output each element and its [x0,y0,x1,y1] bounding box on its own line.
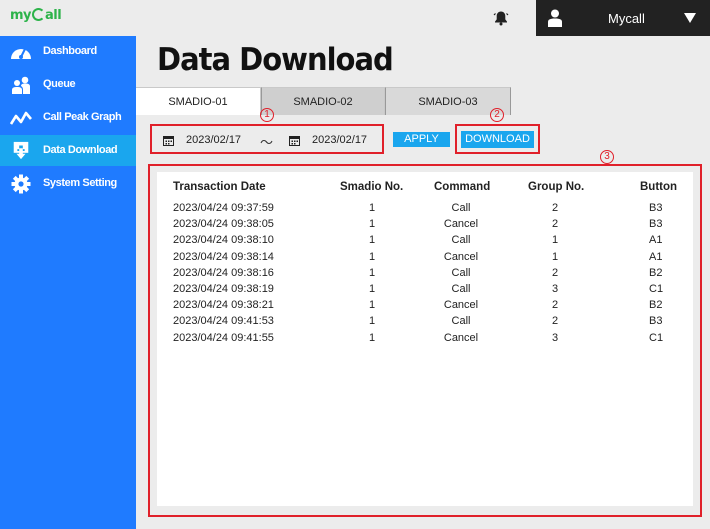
table-cell: 1 [369,218,376,231]
table-cell: 1 [369,299,376,312]
date-range-highlight: 2023/02/17 ～ 2023/02/17 [150,124,384,154]
table-cell: 2023/04/24 09:38:14 [173,250,274,263]
annotation-mark-2: 2 [490,108,504,122]
table-cell: 2023/04/24 09:38:21 [173,299,274,312]
column-header: Button [640,181,678,193]
download-icon [13,141,29,160]
end-date-field[interactable]: 2023/02/17 [312,134,367,146]
sidebar-item-label: Data Download [43,144,118,156]
people-icon [12,76,30,94]
table-cell: Call [451,202,471,214]
table-cell: Cancel [443,299,479,312]
table-cell: 2023/04/24 09:38:10 [173,234,274,247]
table-cell: 2 [552,202,559,214]
user-name: Mycall [608,11,645,26]
apply-button[interactable]: APPLY [393,132,450,147]
sidebar-item-call-peak-graph[interactable]: Call Peak Graph [0,102,136,133]
tab-smadio-02[interactable]: SMADIO-02 [261,87,385,115]
table-cell: B3 [649,202,663,214]
gear-icon [11,174,31,194]
column-header: Command [434,181,491,193]
table-cell: 2 [552,266,559,279]
table-cell: 3 [552,283,559,295]
table-cell: 2023/04/24 09:38:05 [173,218,274,231]
sidebar-item-label: Dashboard [43,45,97,57]
sidebar-item-dashboard[interactable]: Dashboard [0,36,136,67]
table-cell: A1 [649,234,663,247]
table-cell: Call [451,283,471,295]
annotation-mark-1: 1 [260,108,274,122]
column-header: Transaction Date [173,181,266,193]
table-cell: B2 [649,266,663,279]
table-cell: C1 [649,283,664,295]
user-menu[interactable]: Mycall [536,0,710,36]
table-cell: B2 [649,299,663,312]
table-cell: 2023/04/24 09:41:53 [173,315,274,328]
table-cell: 2023/04/24 09:37:59 [173,202,274,214]
table-cell: 2023/04/24 09:41:55 [173,331,274,344]
column-header: Group No. [528,181,585,193]
table-cell: 3 [552,331,559,344]
table-cell: 1 [369,283,376,295]
table-cell: Call [451,315,471,328]
table-cell: B3 [649,315,663,328]
sidebar-item-label: Call Peak Graph [43,111,122,123]
table-cell: B3 [649,218,663,231]
table-cell: 1 [369,266,376,279]
table-cell: 2023/04/24 09:38:16 [173,266,274,279]
sidebar-item-system-setting[interactable]: System Setting [0,168,136,199]
table-cell: Call [451,234,471,247]
table-cell: 2 [552,218,559,231]
tab-smadio-01[interactable]: SMADIO-01 [136,87,261,115]
table-cell: Cancel [443,218,479,231]
line-graph-icon [10,111,32,125]
table-cell: 2 [552,299,559,312]
sidebar: Dashboard Queue Call Peak Graph Data Dow… [0,36,136,529]
table-cell: 1 [369,234,376,247]
top-bar: myCallmyall Mycall [0,0,710,36]
table-cell: C1 [649,331,664,344]
caret-down-icon[interactable] [684,13,696,23]
table-cell: 1 [369,315,376,328]
start-date-field[interactable]: 2023/02/17 [186,134,241,146]
download-button[interactable]: DOWNLOAD [461,131,534,148]
table-cell: 2 [552,315,559,328]
table-cell: Cancel [443,250,479,263]
date-separator: ～ [260,135,274,150]
sidebar-item-queue[interactable]: Queue [0,69,136,100]
table-cell: Cancel [443,331,479,344]
page-title: Data Download [157,40,394,78]
calendar-icon[interactable] [163,135,174,146]
sidebar-item-label: Queue [43,78,76,90]
sidebar-item-label: System Setting [43,177,117,189]
calendar-icon[interactable] [289,135,300,146]
table-cell: 1 [552,234,559,247]
table-cell: 1 [369,331,376,344]
table-cell: Call [451,266,471,279]
app-logo[interactable]: myCallmyall [10,8,62,23]
table-cell: A1 [649,250,663,263]
column-header: Smadio No. [340,181,404,193]
table-cell: 2023/04/24 09:38:19 [173,283,274,295]
gauge-icon [11,48,31,59]
bell-icon[interactable] [493,10,509,26]
table-cell: 1 [552,250,559,263]
table-cell: 1 [369,202,376,214]
sidebar-item-data-download[interactable]: Data Download [0,135,136,166]
user-icon [548,9,562,27]
annotation-mark-3: 3 [600,150,614,164]
table-cell: 1 [369,250,376,263]
